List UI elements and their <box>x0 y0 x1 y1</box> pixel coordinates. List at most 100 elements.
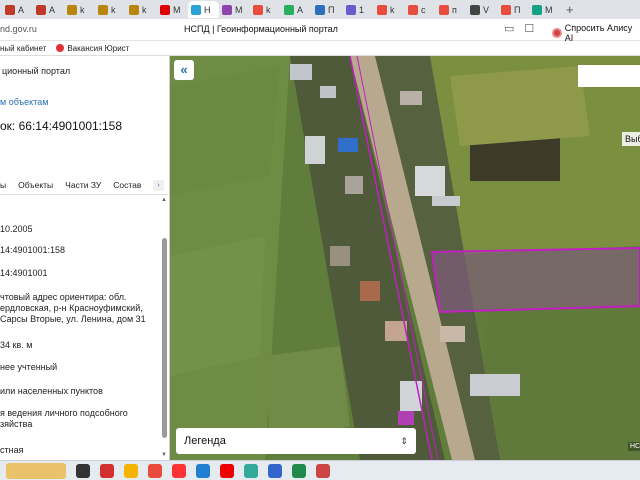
info-row-status: нее учтенный <box>0 362 58 372</box>
browser-tab-bar: A Ak k k M H Mk A П 1 k с п V П M + <box>0 0 640 19</box>
tab-parts[interactable]: Части ЗУ <box>59 180 107 190</box>
tab-objects[interactable]: Объекты <box>12 180 59 190</box>
info-row-address: чтовый адрес ориентира: обл. ердловская,… <box>0 292 146 324</box>
browser-tab[interactable]: A <box>281 1 312 18</box>
browser-tab[interactable]: k <box>64 1 95 18</box>
scroll-up-icon[interactable]: ▲ <box>161 197 167 203</box>
browser-tab[interactable]: с <box>405 1 436 18</box>
tab-label: A <box>18 4 25 15</box>
tab-composition[interactable]: Состав <box>107 180 147 190</box>
tab-favicon-icon <box>501 4 511 15</box>
tab-label: k <box>390 4 395 15</box>
explorer-icon[interactable] <box>124 463 138 478</box>
tab-favicon-icon <box>36 4 46 15</box>
tabs-divider <box>0 194 168 195</box>
info-row-category: или населенных пунктов <box>0 386 103 396</box>
browser-tab[interactable]: M <box>529 1 560 18</box>
browser-tab[interactable]: M <box>219 1 250 18</box>
bookmark-cabinet[interactable]: ный кабинет <box>0 44 46 53</box>
info-row-usage: я ведения личного подсобного зяйства <box>0 408 128 429</box>
os-taskbar <box>0 460 640 480</box>
browser-tab[interactable]: M <box>157 1 188 18</box>
browser-tab[interactable]: П <box>498 1 529 18</box>
tab-favicon-icon <box>346 4 356 15</box>
tab-label: k <box>142 4 147 15</box>
alice-icon <box>552 28 562 38</box>
bookmark-cabinet-label: ный кабинет <box>0 43 47 53</box>
legend-label: Легенда <box>184 435 226 447</box>
nspd-badge: НСП <box>628 442 640 451</box>
portal-title: ционный портал <box>2 66 71 76</box>
tabs-next-button[interactable]: › <box>153 180 164 191</box>
browser-tab[interactable]: п <box>436 1 467 18</box>
browser-tab[interactable]: 1 <box>343 1 374 18</box>
parcel-title: ок: 66:14:4901001:158 <box>0 119 123 133</box>
app-green-icon[interactable] <box>244 463 258 478</box>
app-grid-icon[interactable] <box>316 463 330 478</box>
browser-toolbar: nd.gov.ru НСПД | Геоинформационный порта… <box>0 19 640 43</box>
chevron-updown-icon: ⇕ <box>400 435 408 446</box>
tab-label: с <box>421 4 426 15</box>
tab-label: H <box>204 4 211 15</box>
panel-scrollbar[interactable] <box>162 238 167 438</box>
browser-tab[interactable]: k <box>95 1 126 18</box>
map-view[interactable]: « Выб Легенда ⇕ НСП <box>170 56 640 460</box>
address-bar[interactable]: nd.gov.ru <box>0 24 37 34</box>
opera-icon[interactable] <box>220 463 234 478</box>
info-row-cadastral-number: 14:4901001:158 <box>0 245 66 255</box>
reader-icon[interactable]: ▭ <box>504 22 514 35</box>
tab-info[interactable]: ы <box>0 180 12 190</box>
objects-link[interactable]: м объектам <box>0 97 48 107</box>
tab-label: k <box>111 4 116 15</box>
tab-label: k <box>266 4 271 15</box>
page-title: НСПД | Геоинформационный портал <box>184 24 338 34</box>
tab-label: A <box>49 4 56 15</box>
map-search-input[interactable] <box>578 65 640 87</box>
new-tab-button[interactable]: + <box>560 2 580 17</box>
tab-favicon-icon <box>222 4 232 15</box>
bookmarks-bar: ный кабинет Вакансия Юрист <box>0 41 640 56</box>
tab-favicon-icon <box>470 4 480 15</box>
browser-tab[interactable]: H <box>188 1 219 18</box>
select-label[interactable]: Выб <box>622 132 640 146</box>
scroll-down-icon[interactable]: ▼ <box>161 452 167 458</box>
tab-label: П <box>514 4 521 15</box>
app-red-icon[interactable] <box>100 463 114 478</box>
tab-favicon-icon <box>315 4 325 15</box>
info-row-date: 10.2005 <box>0 224 33 234</box>
browser-tab[interactable]: k <box>250 1 281 18</box>
yandex-icon[interactable] <box>172 463 186 478</box>
legend-dropdown[interactable]: Легенда ⇕ <box>176 428 416 454</box>
ask-alice-button[interactable]: Спросить Алису AI <box>552 23 640 43</box>
browser-tab[interactable]: A <box>33 1 64 18</box>
tab-favicon-icon <box>439 4 449 15</box>
excel-icon[interactable] <box>292 463 306 478</box>
tab-label: M <box>545 4 553 15</box>
app-blue-icon[interactable] <box>268 463 282 478</box>
yandex-browser-icon[interactable] <box>148 463 162 478</box>
tab-favicon-icon <box>532 4 542 15</box>
tab-label: k <box>80 4 85 15</box>
start-icon[interactable] <box>6 462 66 479</box>
bookmark-vacancy-label: Вакансия Юрист <box>67 43 130 53</box>
browser-tab[interactable]: V <box>467 1 498 18</box>
browser-tab[interactable]: П <box>312 1 343 18</box>
toolbar-icons: ▭ ☐ <box>504 22 534 35</box>
browser-tab[interactable]: k <box>374 1 405 18</box>
tab-label: п <box>452 4 457 15</box>
tab-label: 1 <box>359 4 365 15</box>
collapse-panel-button[interactable]: « <box>174 60 194 80</box>
satellite-imagery <box>170 56 640 460</box>
taskview-icon[interactable] <box>76 463 90 478</box>
info-row-ownership: стная <box>0 445 24 455</box>
browser-tab[interactable]: k <box>126 1 157 18</box>
tab-label: V <box>483 4 490 15</box>
bookmark-icon[interactable]: ☐ <box>524 22 534 35</box>
tab-label: П <box>328 4 335 15</box>
tab-favicon-icon <box>284 4 294 15</box>
bookmark-vacancy[interactable]: Вакансия Юрист <box>56 44 129 53</box>
edge-icon[interactable] <box>196 463 210 478</box>
browser-tab[interactable]: A <box>2 1 33 18</box>
tab-favicon-icon <box>408 4 418 15</box>
parcel-info-panel: ционный портал м объектам ок: 66:14:4901… <box>0 56 170 460</box>
